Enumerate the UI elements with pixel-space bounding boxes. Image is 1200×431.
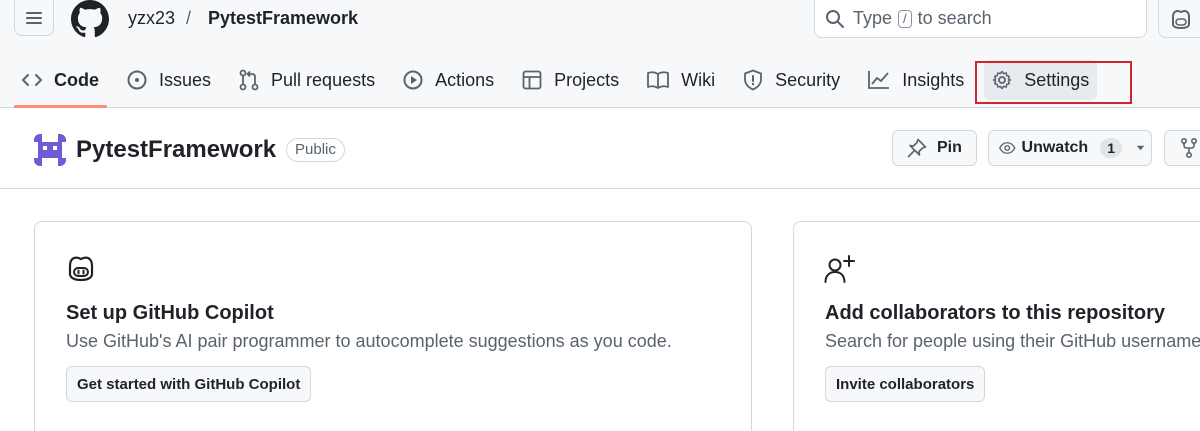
table-icon [522,70,542,90]
tab-insights[interactable]: Insights [860,60,972,100]
github-logo-icon[interactable] [70,0,110,38]
copilot-icon [65,254,97,287]
visibility-badge: Public [286,138,345,162]
get-started-copilot-button[interactable]: Get started with GitHub Copilot [66,366,312,402]
search-input[interactable]: Type / to search [814,0,1147,38]
search-suffix-text: to search [917,8,992,28]
global-header: yzx23 / PytestFramework Type / to search… [0,0,1200,108]
watch-count-badge: 1 [1100,138,1122,158]
search-prefix-text: Type [853,8,893,28]
tab-label: Code [54,69,99,90]
tab-label: Issues [159,69,212,90]
tab-actions[interactable]: Actions [395,60,502,100]
tab-pull-requests[interactable]: Pull requests [231,60,383,100]
collaborators-card: Add collaborators to this repository Sea… [793,221,1200,431]
code-icon [22,74,42,86]
pin-button[interactable]: Pin [892,130,977,166]
pin-icon [907,138,927,158]
copilot-icon [1172,9,1190,29]
person-add-icon [824,254,858,289]
copilot-card: Set up GitHub Copilot Use GitHub's AI pa… [34,221,752,431]
page-title[interactable]: PytestFramework [76,136,276,164]
tab-label: Pull requests [271,69,376,90]
unwatch-button[interactable]: Unwatch 1 [988,130,1152,166]
breadcrumb-repo[interactable]: PytestFramework [208,7,358,29]
search-shortcut-key: / [898,9,912,28]
avatar[interactable] [34,134,66,166]
book-icon [647,71,670,89]
copilot-button[interactable] [1158,0,1200,38]
play-icon [403,70,423,90]
hamburger-icon [26,11,42,24]
card-title: Set up GitHub Copilot [66,302,274,324]
tab-security[interactable]: Security [735,60,848,100]
pin-label: Pin [937,139,962,156]
breadcrumb-separator: / [186,8,192,28]
card-description: Use GitHub's AI pair programmer to autoc… [66,331,672,351]
shield-icon [744,69,763,91]
triangle-down-icon[interactable] [1136,144,1145,152]
repo-nav-tabs: Code Issues Pull requests Actions Projec… [14,60,1109,108]
tab-label: Wiki [681,69,716,90]
eye-icon [999,142,1016,154]
unwatch-label: Unwatch [1021,139,1089,156]
tab-label: Insights [902,69,965,90]
fork-button[interactable] [1164,130,1200,166]
tab-issues[interactable]: Issues [119,60,219,100]
tab-wiki[interactable]: Wiki [639,60,723,100]
menu-button[interactable] [14,0,54,36]
graph-icon [868,71,890,89]
search-icon [826,9,844,28]
card-title: Add collaborators to this repository [825,302,1166,324]
repo-title-row: PytestFramework Public Pin Unwatch 1 [0,109,1200,189]
settings-highlight-box [975,61,1132,104]
git-pull-request-icon [239,69,259,91]
tab-projects[interactable]: Projects [514,60,627,100]
tab-label: Projects [554,69,620,90]
invite-collaborators-button[interactable]: Invite collaborators [825,366,986,402]
repo-forked-icon [1181,138,1197,158]
issue-opened-icon [127,70,147,90]
tab-code[interactable]: Code [14,60,107,108]
tab-label: Security [775,69,841,90]
tab-label: Actions [435,69,495,90]
breadcrumb-owner[interactable]: yzx23 [128,7,175,29]
card-description: Search for people using their GitHub use… [825,331,1200,351]
